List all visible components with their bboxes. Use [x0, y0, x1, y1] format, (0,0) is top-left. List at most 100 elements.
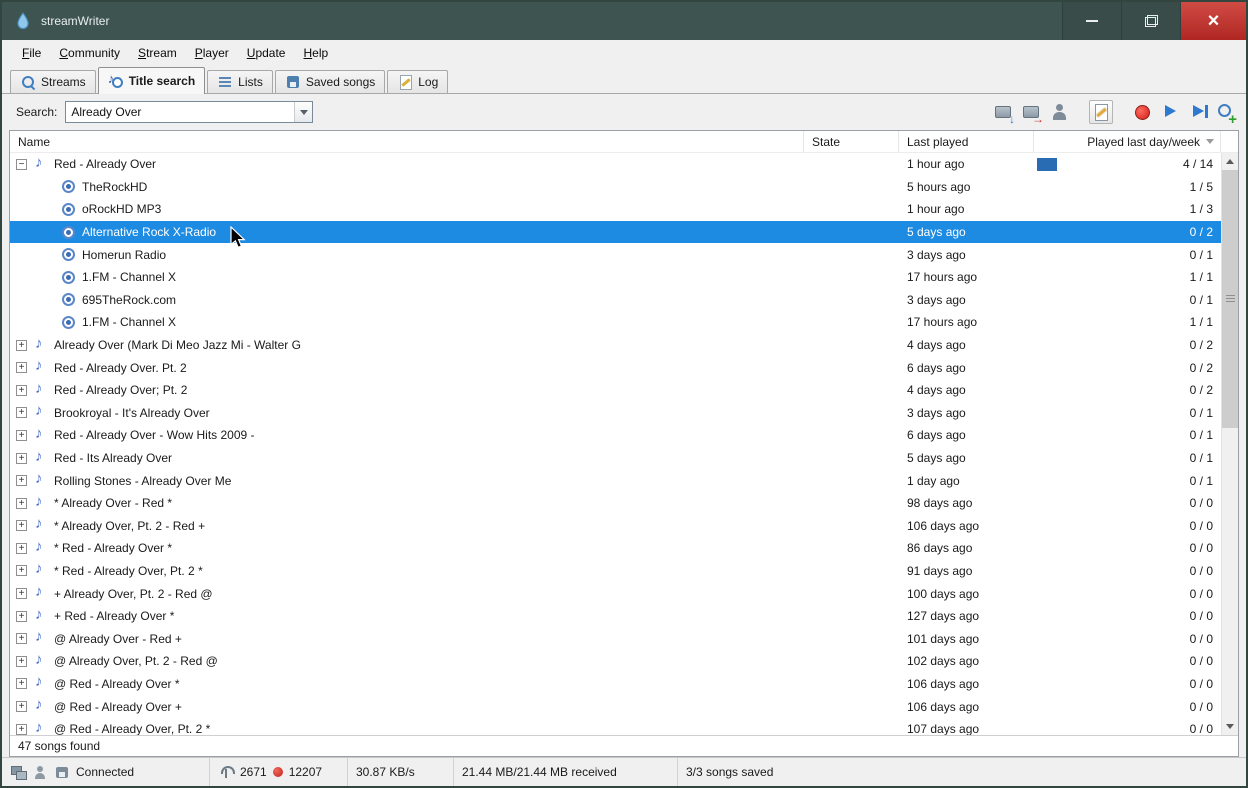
expand-box-icon[interactable]: + — [16, 384, 27, 396]
new-search-button[interactable] — [1216, 102, 1237, 128]
radio-stream-icon — [60, 269, 77, 286]
saved-songs-tab-icon — [285, 74, 301, 90]
tab-lists[interactable]: Lists — [207, 70, 273, 93]
expand-box-icon[interactable]: + — [16, 452, 27, 464]
table-row[interactable]: + Red - Already Over - Wow Hits 2009 - 6 d… — [10, 424, 1221, 447]
table-row[interactable]: Homerun Radio 3 days ago 0 / 1 — [10, 243, 1221, 266]
expand-box-icon[interactable]: + — [16, 542, 27, 554]
search-combobox[interactable] — [65, 101, 314, 123]
table-row[interactable]: oRockHD MP3 1 hour ago 1 / 3 — [10, 198, 1221, 221]
vertical-scrollbar[interactable] — [1221, 153, 1238, 735]
table-row[interactable]: + Red - Already Over. Pt. 2 6 days ago 0 / … — [10, 356, 1221, 379]
column-header-last-played[interactable]: Last played — [899, 131, 1034, 152]
expand-box-icon[interactable]: + — [16, 362, 27, 374]
table-row[interactable]: + Brookroyal - It's Already Over 3 days ag… — [10, 402, 1221, 425]
expand-box-icon[interactable]: + — [16, 633, 27, 645]
combo-dropdown-arrow[interactable] — [294, 102, 313, 122]
tab-streams[interactable]: Streams — [10, 70, 96, 93]
name-cell: 1.FM - Channel X — [10, 311, 804, 334]
music-note-icon — [32, 651, 49, 670]
expand-box-icon[interactable]: + — [16, 520, 27, 532]
expand-box-icon[interactable]: + — [16, 497, 27, 509]
table-row[interactable]: + Red - Its Already Over 5 days ago 0 / 1 — [10, 447, 1221, 470]
title-bar[interactable]: streamWriter × — [2, 2, 1246, 40]
last-played-cell: 86 days ago — [907, 541, 973, 556]
music-note-icon — [32, 606, 49, 625]
user-record-button[interactable] — [1049, 102, 1070, 123]
collapse-box-icon[interactable]: − — [16, 158, 27, 170]
column-header-name[interactable]: Name — [10, 131, 804, 152]
expand-box-icon[interactable]: + — [16, 723, 27, 735]
recorder-icon — [54, 764, 70, 780]
table-row[interactable]: + @ Already Over, Pt. 2 - Red @ 102 days a… — [10, 650, 1221, 673]
expand-box-icon[interactable]: + — [16, 678, 27, 690]
expand-box-icon[interactable]: + — [16, 655, 27, 667]
expand-box-icon[interactable]: + — [16, 610, 27, 622]
expand-box-icon[interactable]: + — [16, 701, 27, 713]
table-row[interactable]: − Red - Already Over 1 hour ago 4 / 14 — [10, 153, 1221, 176]
record-button[interactable] — [1132, 102, 1153, 123]
menu-help[interactable]: Help — [294, 42, 337, 64]
stream-name: Red - Already Over - Wow Hits 2009 - — [54, 428, 255, 443]
menu-player[interactable]: Player — [186, 42, 238, 64]
tab-log[interactable]: Log — [387, 70, 449, 93]
expand-box-icon[interactable]: + — [16, 407, 27, 419]
stream-name: Brookroyal - It's Already Over — [54, 405, 210, 420]
menu-update[interactable]: Update — [238, 42, 295, 64]
table-row[interactable]: TheRockHD 5 hours ago 1 / 5 — [10, 176, 1221, 199]
menu-stream[interactable]: Stream — [129, 42, 186, 64]
table-row[interactable]: + + Red - Already Over * 127 days ago 0 / 0 — [10, 605, 1221, 628]
column-header-state[interactable]: State — [804, 131, 899, 152]
expand-box-icon[interactable]: + — [16, 588, 27, 600]
table-row[interactable]: 1.FM - Channel X 17 hours ago 1 / 1 — [10, 266, 1221, 289]
name-cell: Homerun Radio — [10, 243, 804, 266]
resume-button[interactable] — [1188, 102, 1209, 123]
table-row[interactable]: + @ Red - Already Over, Pt. 2 * 107 days a… — [10, 718, 1221, 735]
table-row[interactable]: 1.FM - Channel X 17 hours ago 1 / 1 — [10, 311, 1221, 334]
table-row[interactable]: + @ Red - Already Over * 106 days ago 0 / 0 — [10, 673, 1221, 696]
last-played-cell: 106 days ago — [907, 518, 980, 533]
scrollbar-thumb[interactable] — [1222, 170, 1238, 428]
music-note-icon — [32, 493, 49, 512]
menu-community[interactable]: Community — [50, 42, 129, 64]
name-cell: + * Already Over - Red * — [10, 492, 804, 515]
tuner-stream-button[interactable] — [1021, 102, 1044, 126]
streams-count-icon — [218, 764, 235, 780]
scrollbar-track[interactable] — [1222, 170, 1238, 718]
table-row[interactable]: 695TheRock.com 3 days ago 0 / 1 — [10, 289, 1221, 312]
table-row[interactable]: + + Already Over, Pt. 2 - Red @ 100 days a… — [10, 582, 1221, 605]
played-cell: 1 / 3 — [1034, 198, 1221, 221]
expand-box-icon[interactable]: + — [16, 429, 27, 441]
expand-box-icon[interactable]: + — [16, 565, 27, 577]
played-cell: 0 / 0 — [1034, 537, 1221, 560]
maximize-button[interactable] — [1121, 2, 1180, 40]
expand-box-icon[interactable]: + — [16, 339, 27, 351]
table-row[interactable]: + * Red - Already Over * 86 days ago 0 / 0 — [10, 537, 1221, 560]
table-row[interactable]: + Rolling Stones - Already Over Me 1 day a… — [10, 469, 1221, 492]
table-row[interactable]: + Red - Already Over; Pt. 2 4 days ago 0 / … — [10, 379, 1221, 402]
table-row[interactable]: + Already Over (Mark Di Meo Jazz Mi - Wal… — [10, 334, 1221, 357]
save-stream-button[interactable] — [993, 102, 1015, 126]
play-button[interactable] — [1160, 102, 1181, 123]
music-note-icon — [32, 154, 49, 173]
played-count: 0 / 0 — [1189, 586, 1213, 601]
table-row[interactable]: Alternative Rock X-Radio 5 days ago 0 / 2 — [10, 220, 1221, 244]
scroll-up-button[interactable] — [1222, 153, 1238, 170]
table-row[interactable]: + * Already Over - Red * 98 days ago 0 / 0 — [10, 492, 1221, 515]
played-cell: 0 / 1 — [1034, 447, 1221, 470]
close-button[interactable]: × — [1180, 2, 1246, 40]
tab-saved-songs[interactable]: Saved songs — [274, 70, 386, 93]
name-cell: + @ Red - Already Over, Pt. 2 * — [10, 718, 804, 735]
menu-file[interactable]: File — [13, 42, 50, 64]
scroll-down-button[interactable] — [1222, 718, 1238, 735]
expand-box-icon[interactable]: + — [16, 475, 27, 487]
search-input[interactable] — [66, 102, 295, 122]
table-row[interactable]: + * Red - Already Over, Pt. 2 * 91 days ag… — [10, 560, 1221, 583]
table-row[interactable]: + @ Already Over - Red + 101 days ago 0 / 0 — [10, 627, 1221, 650]
minimize-button[interactable] — [1062, 2, 1121, 40]
tab-title-search[interactable]: Title search — [97, 67, 206, 94]
edit-page-button[interactable] — [1089, 100, 1113, 124]
table-row[interactable]: + @ Red - Already Over + 106 days ago 0 / 0 — [10, 695, 1221, 718]
table-row[interactable]: + * Already Over, Pt. 2 - Red + 106 days a… — [10, 515, 1221, 538]
column-header-played[interactable]: Played last day/week — [1034, 131, 1221, 152]
